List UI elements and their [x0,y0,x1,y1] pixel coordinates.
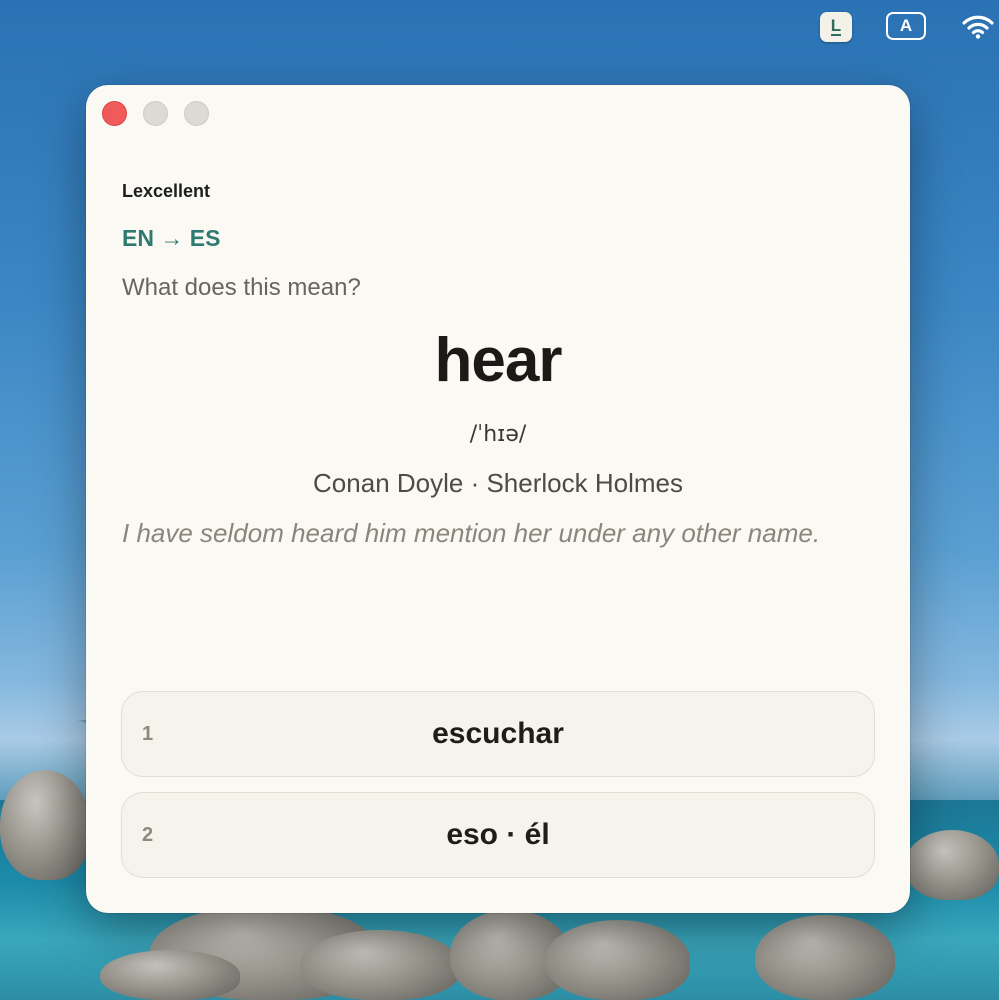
wifi-icon[interactable] [962,12,994,42]
headword: hear [434,326,563,395]
lexcellent-icon-letter: L [830,16,842,36]
lexcellent-window: Lexcellent EN → ES What does this mean? … [86,85,910,913]
minimize-button[interactable] [143,101,168,126]
option-label: escuchar [432,717,564,750]
pronunciation: /ˈhɪə/ [469,422,527,447]
option-label: eso · él [446,818,550,851]
wallpaper-rock [755,915,895,1000]
answer-option-1[interactable]: 1 escuchar [121,691,875,777]
zoom-button[interactable] [184,101,209,126]
close-button[interactable] [102,101,127,126]
app-name: Lexcellent [122,181,211,201]
option-number: 1 [142,722,154,745]
example-sentence: I have seldom heard him mention her unde… [122,518,821,548]
wallpaper-rock [0,770,90,880]
option-number: 2 [142,823,154,846]
wallpaper-rock [905,830,999,900]
quiz-prompt: What does this mean? [122,274,361,301]
lexcellent-menubar-icon[interactable]: L [820,12,852,42]
answer-option-2[interactable]: 2 eso · él [121,792,875,878]
wallpaper-rock [100,950,240,1000]
wallpaper-rock [545,920,690,1000]
input-source-letter: A [899,16,913,35]
wallpaper-rock [300,930,460,1000]
language-pair: EN → ES [122,225,221,251]
example-source: Conan Doyle · Sherlock Holmes [313,468,683,498]
input-source-icon[interactable]: A [886,12,926,40]
